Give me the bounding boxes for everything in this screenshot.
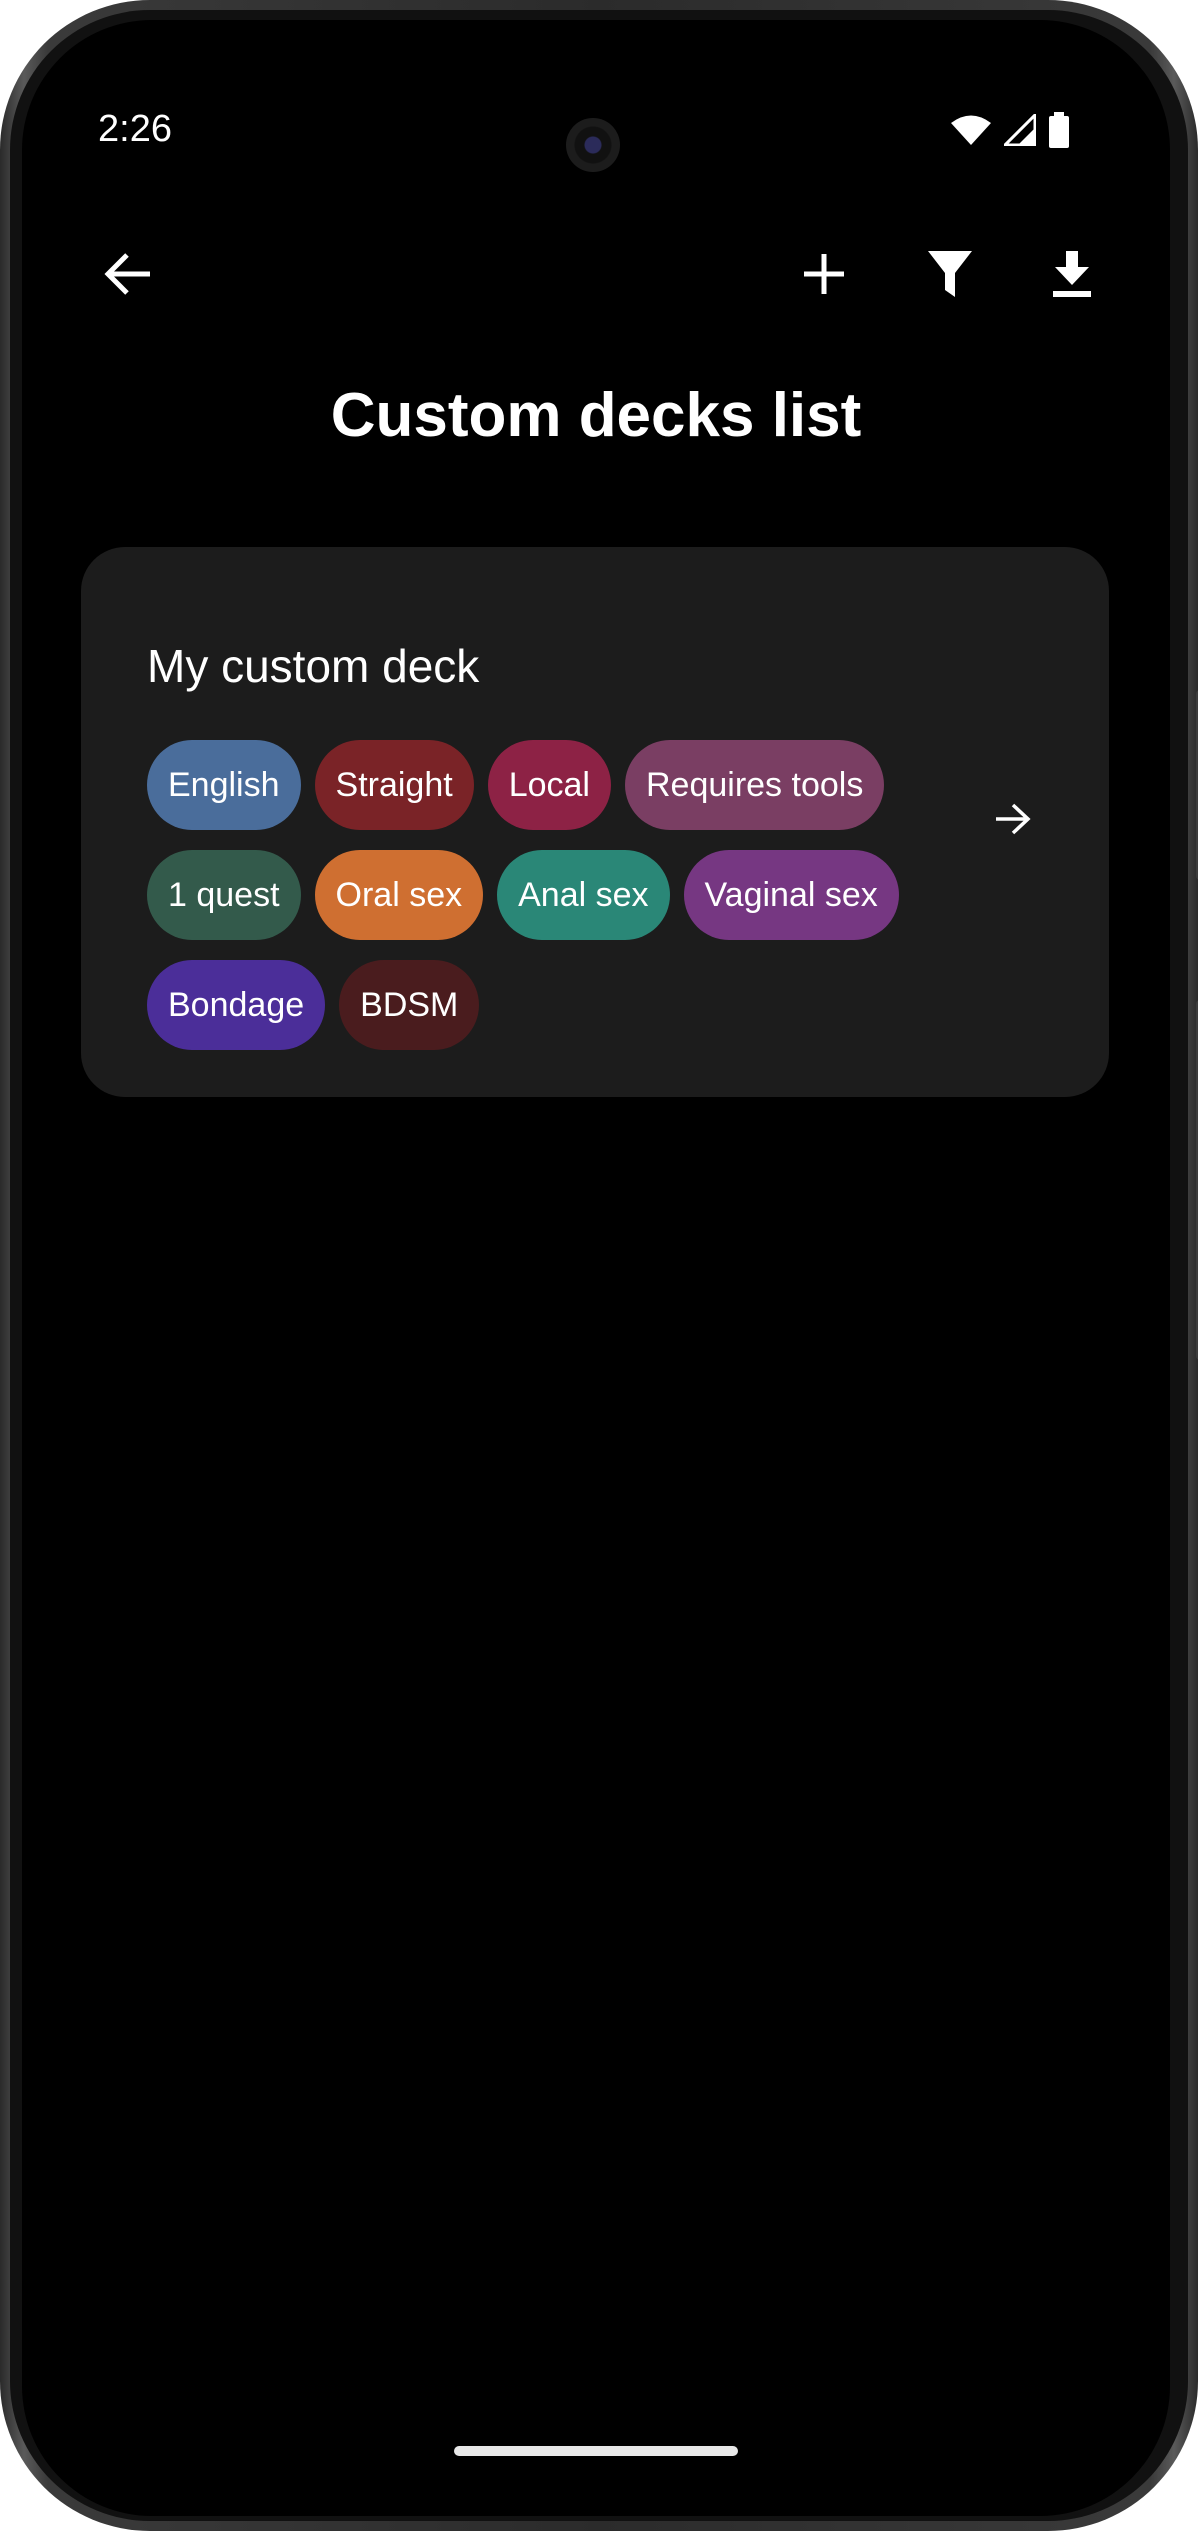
tag-chip: Oral sex — [314, 850, 484, 940]
screen: 2:26 Custom decks list My custom deck En… — [22, 20, 1170, 2516]
arrow-right-icon — [994, 802, 1032, 841]
home-indicator[interactable] — [454, 2446, 738, 2456]
deck-card[interactable]: My custom deck English Straight Local Re… — [81, 547, 1109, 1097]
tag-row: English Straight Local Requires tools — [147, 740, 885, 830]
back-button[interactable] — [92, 240, 164, 312]
wifi-icon — [950, 114, 992, 151]
deck-name: My custom deck — [147, 640, 480, 692]
phone-frame: 2:26 Custom decks list My custom deck En… — [0, 0, 1198, 2531]
import-button[interactable] — [1036, 240, 1108, 312]
tag-chip: Local — [487, 740, 611, 830]
signal-icon — [1001, 111, 1037, 151]
tag-chip: Vaginal sex — [683, 850, 899, 940]
tag-chip: Bondage — [147, 960, 326, 1050]
battery-icon — [1048, 112, 1070, 153]
tag-chip: BDSM — [339, 960, 480, 1050]
add-deck-button[interactable] — [788, 240, 860, 312]
tag-chip: 1 quest — [147, 850, 301, 940]
tag-chip: Anal sex — [497, 850, 670, 940]
tag-chip: Requires tools — [624, 740, 885, 830]
tag-chip: Straight — [314, 740, 474, 830]
page-title: Custom decks list — [330, 381, 862, 450]
status-time: 2:26 — [98, 108, 172, 150]
plus-icon — [802, 252, 846, 301]
front-camera — [566, 118, 620, 172]
filter-button[interactable] — [914, 240, 986, 312]
status-icons — [950, 111, 1070, 153]
tag-row: Bondage BDSM — [147, 960, 480, 1050]
open-deck-button[interactable] — [983, 791, 1043, 851]
filter-icon — [926, 249, 974, 304]
tag-row: 1 quest Oral sex Anal sex Vaginal sex — [147, 850, 899, 940]
arrow-left-icon — [103, 251, 153, 302]
tag-chip: English — [147, 740, 301, 830]
download-icon — [1051, 250, 1093, 303]
